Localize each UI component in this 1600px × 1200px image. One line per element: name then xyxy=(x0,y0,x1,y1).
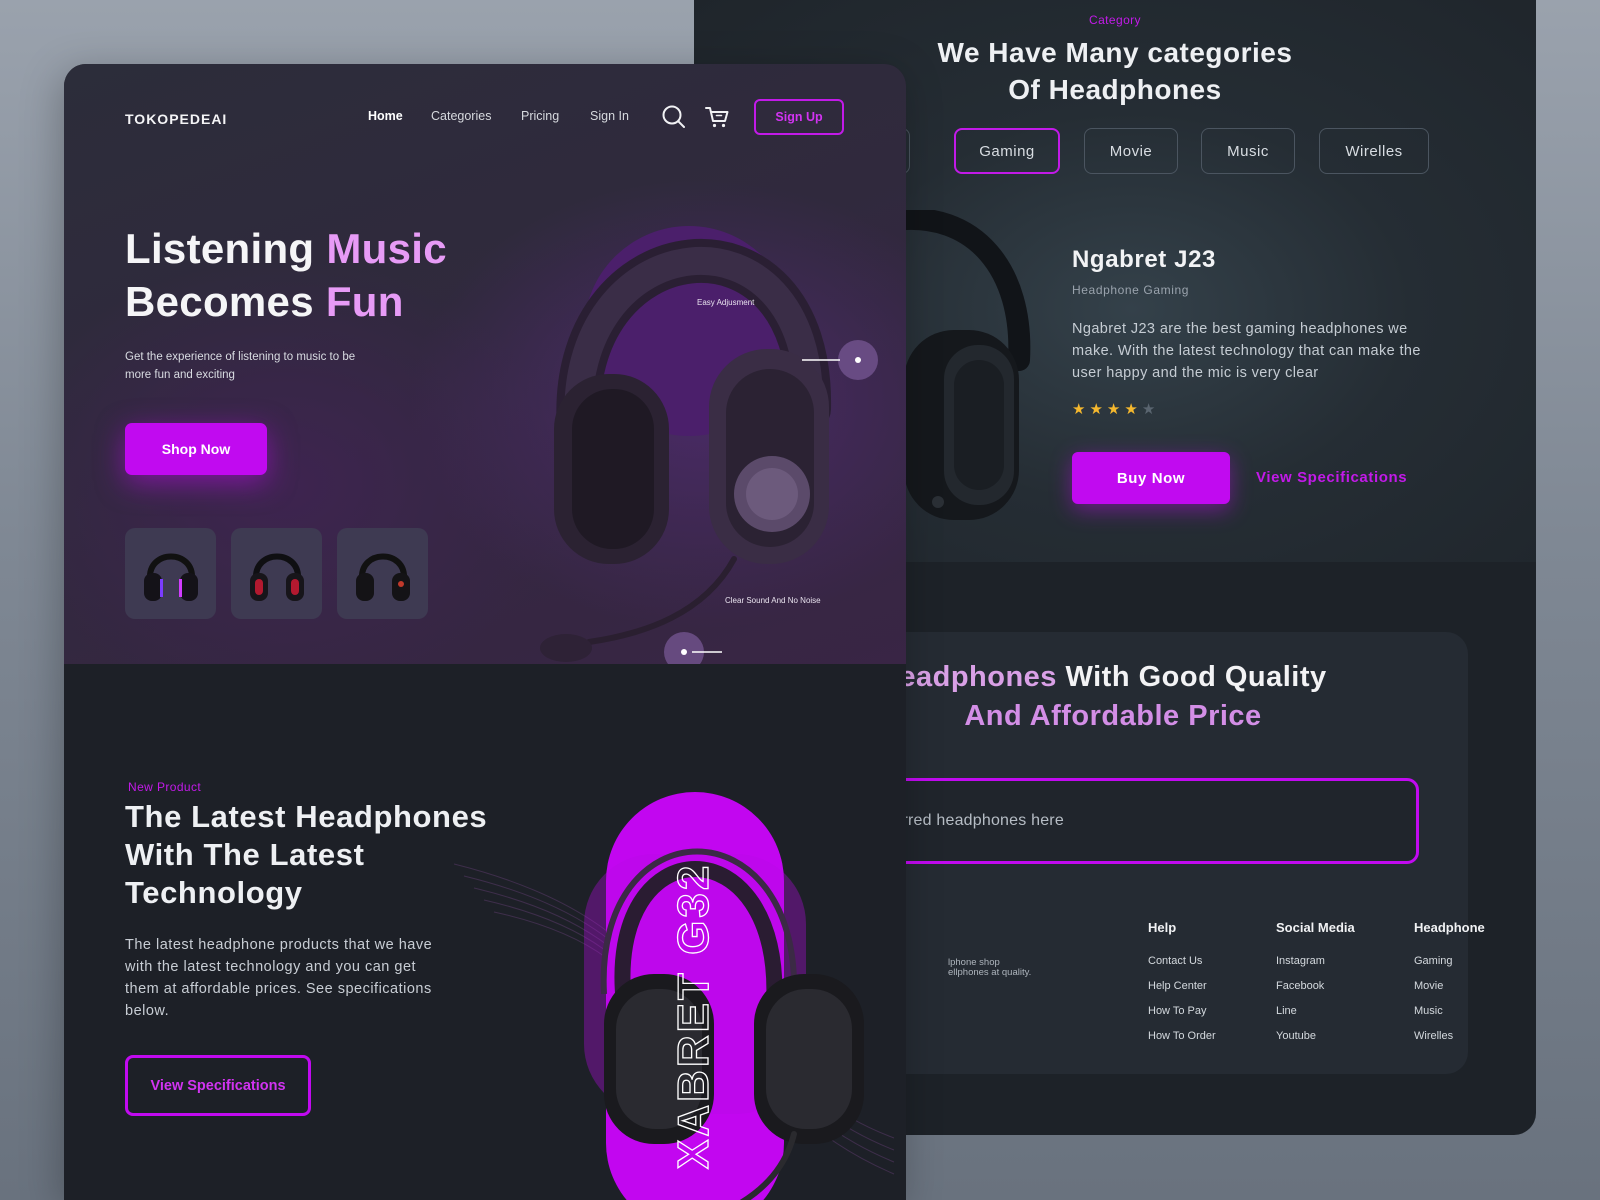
product-thumbnails xyxy=(125,528,428,619)
left-landing-page: TOKOPEDEAI Home Categories Pricing Sign … xyxy=(64,64,906,1200)
view-specifications-button[interactable]: View Specifications xyxy=(125,1055,311,1116)
headphone-icon xyxy=(355,553,410,601)
category-tab-movie[interactable]: Movie xyxy=(1084,128,1178,174)
footer-link[interactable]: How To Order xyxy=(1148,1030,1216,1042)
product-subtitle: Headphone Gaming xyxy=(1072,283,1190,297)
star-icon: ★ xyxy=(1124,401,1138,418)
hero-title-word: Listening xyxy=(125,225,327,272)
thumbnail-headphone-1[interactable] xyxy=(125,528,216,619)
footer-link[interactable]: Line xyxy=(1276,1005,1355,1017)
category-eyebrow: Category xyxy=(1089,13,1141,27)
star-icon: ★ xyxy=(1106,401,1121,418)
nav-sign-in[interactable]: Sign In xyxy=(590,109,629,123)
view-specifications-link[interactable]: View Specifications xyxy=(1256,469,1407,486)
product-headphone-image xyxy=(884,210,1031,520)
footer-link[interactable]: Help Center xyxy=(1148,980,1216,992)
hero-title-highlight: Fun xyxy=(325,278,404,325)
category-tab-music[interactable]: Music xyxy=(1201,128,1295,174)
nav-categories[interactable]: Categories xyxy=(431,109,491,123)
star-icon: ★ xyxy=(1072,401,1086,418)
footer-link[interactable]: Music xyxy=(1414,1005,1485,1017)
nav-pricing[interactable]: Pricing xyxy=(521,109,559,123)
footer-link[interactable]: Gaming xyxy=(1414,955,1485,967)
cart-icon[interactable] xyxy=(704,104,730,130)
xabret-headphone-image: XABRET G32 xyxy=(454,792,895,1200)
footer-link[interactable]: Movie xyxy=(1414,980,1485,992)
footer-social: Social Media Instagram Facebook Line You… xyxy=(1276,920,1355,1055)
footer-link[interactable]: Youtube xyxy=(1276,1030,1355,1042)
new-product-title: The Latest Headphones With The Latest Te… xyxy=(125,798,487,912)
footer-blurb: lphone shop ellphones at quality. xyxy=(948,957,1032,978)
footer-link[interactable]: Contact Us xyxy=(1148,955,1216,967)
sign-up-button[interactable]: Sign Up xyxy=(754,99,844,135)
new-product-description: The latest headphone products that we ha… xyxy=(125,937,433,1019)
new-product-title-line3: Technology xyxy=(125,875,303,910)
headphone-icon xyxy=(249,553,304,601)
hero-title: Listening Music Becomes Fun xyxy=(125,222,447,328)
callout-clear-sound: Clear Sound And No Noise xyxy=(725,596,821,605)
new-product-title-line2: With The Latest xyxy=(125,837,365,872)
hero-headphone-image xyxy=(540,226,878,664)
star-empty-icon: ★ xyxy=(1141,401,1156,418)
shop-now-button[interactable]: Shop Now xyxy=(125,423,267,475)
quality-title-part-b: With Good Quality xyxy=(1056,661,1327,693)
hero-title-word: Becomes xyxy=(125,278,326,325)
star-icon: ★ xyxy=(1089,401,1103,418)
quality-title-part-a: eadphones xyxy=(899,661,1057,693)
new-product-eyebrow: New Product xyxy=(128,780,202,794)
thumbnail-headphone-3[interactable] xyxy=(337,528,428,619)
product-rating: ★ ★ ★ ★ ★ xyxy=(1072,402,1155,417)
hero-title-highlight: Music xyxy=(326,225,447,272)
nav-home[interactable]: Home xyxy=(368,109,403,123)
footer-link[interactable]: Instagram xyxy=(1276,955,1355,967)
footer-help-heading: Help xyxy=(1148,920,1177,935)
headphone-icon xyxy=(143,553,198,601)
callout-easy-adjustment: Easy Adjusment xyxy=(697,298,755,307)
footer-social-heading: Social Media xyxy=(1276,920,1355,935)
thumbnail-headphone-2[interactable] xyxy=(231,528,322,619)
product-description: Ngabret J23 are the best gaming headphon… xyxy=(1072,321,1421,381)
category-tab-gaming[interactable]: Gaming xyxy=(954,128,1060,174)
footer-link[interactable]: How To Pay xyxy=(1148,1005,1216,1017)
new-product-title-line1: The Latest Headphones xyxy=(125,799,488,834)
footer-headphone: Headphone Gaming Movie Music Wirelles xyxy=(1414,920,1485,1055)
new-product-section: New Product The Latest Headphones With T… xyxy=(64,664,906,1200)
footer-link[interactable]: Wirelles xyxy=(1414,1030,1485,1042)
footer-headphone-heading: Headphone xyxy=(1414,920,1485,935)
buy-now-button[interactable]: Buy Now xyxy=(1072,452,1230,504)
search-icon[interactable] xyxy=(661,104,687,130)
product-model-text: XABRET G32 xyxy=(669,863,718,1169)
hero-section: TOKOPEDEAI Home Categories Pricing Sign … xyxy=(64,64,906,664)
hero-description: Get the experience of listening to music… xyxy=(125,351,356,381)
category-tab-wirelles[interactable]: Wirelles xyxy=(1319,128,1429,174)
footer-help: Help Contact Us Help Center How To Pay H… xyxy=(1148,920,1216,1055)
product-name: Ngabret J23 xyxy=(1072,246,1216,273)
brand-logo[interactable]: TOKOPEDEAI xyxy=(125,111,227,127)
footer-link[interactable]: Facebook xyxy=(1276,980,1355,992)
